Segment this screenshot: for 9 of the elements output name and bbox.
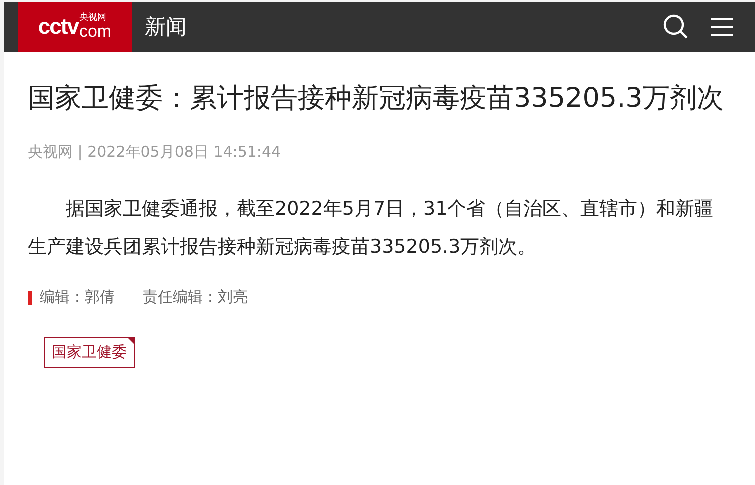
section-title: 新闻 (145, 14, 188, 41)
editor-credit: 责任编辑：刘亮 (143, 288, 248, 307)
article-title: 国家卫健委：累计报告接种新冠病毒疫苗335205.3万剂次 (28, 82, 725, 116)
editor-credit: 编辑：郭倩 (40, 288, 115, 307)
search-icon[interactable] (663, 14, 689, 40)
article-body: 据国家卫健委通报，截至2022年5月7日，31个省（自治区、直辖市）和新疆生产建设兵团累计报告接种新冠病毒疫苗335205.3万剂次。 (28, 197, 715, 260)
tag-link[interactable]: 国家卫健委 (44, 337, 135, 368)
article-source: 央视网 | 2022年05月08日 14:51:44 (28, 143, 282, 162)
menu-icon[interactable] (711, 17, 733, 37)
